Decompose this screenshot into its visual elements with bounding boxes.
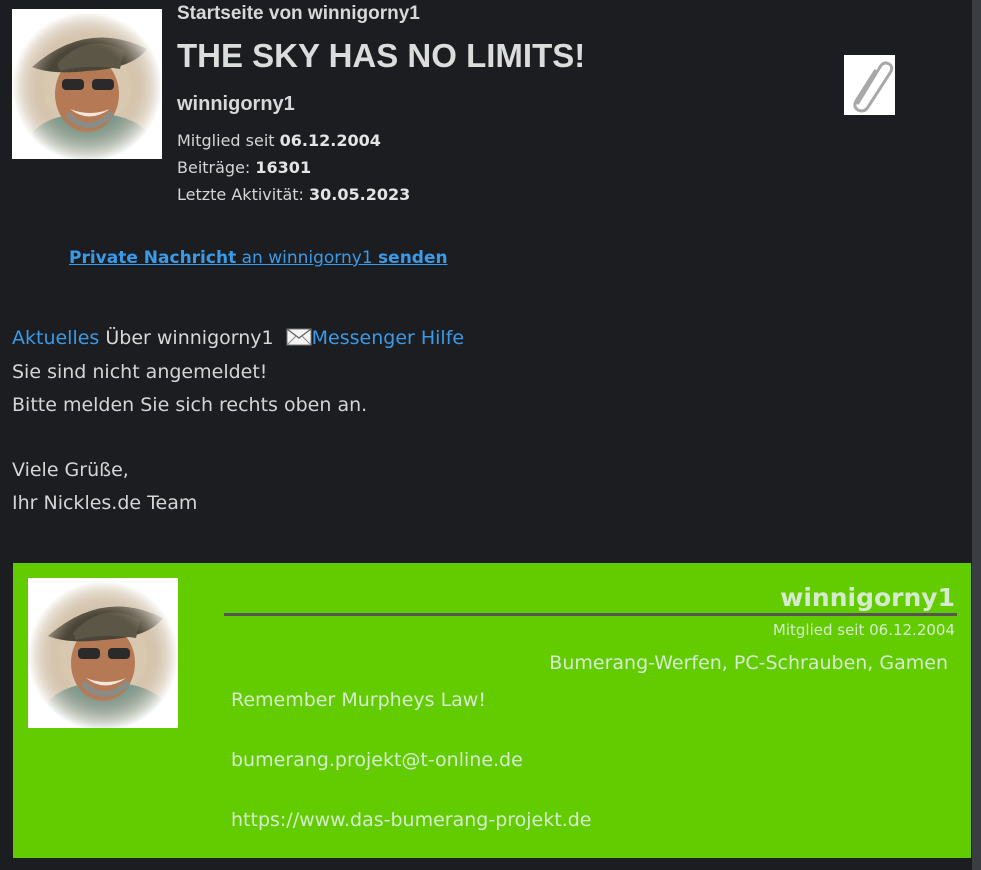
card-hobbies: Bumerang-Werfen, PC-Schrauben, Gamen <box>549 652 948 674</box>
avatar-portrait <box>12 9 162 159</box>
paperclip-icon-graphic <box>853 61 894 113</box>
pm-link-part1: Private Nachricht <box>69 248 237 268</box>
last-activity: Letzte Aktivität: 30.05.2023 <box>177 185 410 204</box>
tab-current[interactable]: Aktuelles <box>12 327 99 349</box>
card-avatar-portrait <box>28 578 178 728</box>
card-email[interactable]: bumerang.projekt@t-online.de <box>231 749 523 771</box>
tab-about[interactable]: Über winnigorny1 <box>105 327 273 349</box>
card-website[interactable]: https://www.das-bumerang-projekt.de <box>231 809 591 831</box>
login-instruction: Bitte melden Sie sich rechts oben an. <box>12 394 368 416</box>
private-message-link[interactable]: Private Nachricht an winnigorny1 senden <box>69 248 448 268</box>
last-activity-label: Letzte Aktivität: <box>177 185 304 204</box>
paperclip-icon[interactable] <box>844 55 895 115</box>
greeting: Viele Grüße, <box>12 459 129 481</box>
login-notice: Sie sind nicht angemeldet! <box>12 361 268 383</box>
post-count-label: Beiträge: <box>177 158 251 177</box>
card-divider <box>224 613 957 616</box>
pm-link-part2: an winnigorny1 <box>236 248 379 268</box>
card-member-since: Mitglied seit 06.12.2004 <box>772 621 955 639</box>
member-since-value: 06.12.2004 <box>279 131 381 150</box>
member-since: Mitglied seit 06.12.2004 <box>177 131 381 150</box>
pm-link-part3: senden <box>378 248 448 268</box>
profile-nav: Aktuelles Über winnigorny1 Messenger Hil… <box>12 327 464 349</box>
page-subtitle: Startseite von winnigorny1 <box>177 3 420 24</box>
profile-card: winnigorny1 Mitglied seit 06.12.2004 Bum… <box>13 563 971 858</box>
signature: Ihr Nickles.de Team <box>12 492 198 514</box>
last-activity-value: 30.05.2023 <box>309 185 411 204</box>
member-since-label: Mitglied seit <box>177 131 275 150</box>
envelope-icon[interactable] <box>286 327 312 347</box>
profile-page: Startseite von winnigorny1 THE SKY HAS N… <box>0 0 972 870</box>
card-avatar[interactable] <box>28 578 178 728</box>
card-username: winnigorny1 <box>780 583 955 612</box>
post-count: Beiträge: 16301 <box>177 158 311 177</box>
username: winnigorny1 <box>177 93 295 115</box>
card-motto: Remember Murpheys Law! <box>231 689 486 711</box>
page-title: THE SKY HAS NO LIMITS! <box>177 37 586 74</box>
post-count-value: 16301 <box>255 158 312 177</box>
messenger-help-link[interactable]: Messenger Hilfe <box>312 327 464 349</box>
user-avatar[interactable] <box>12 9 162 159</box>
